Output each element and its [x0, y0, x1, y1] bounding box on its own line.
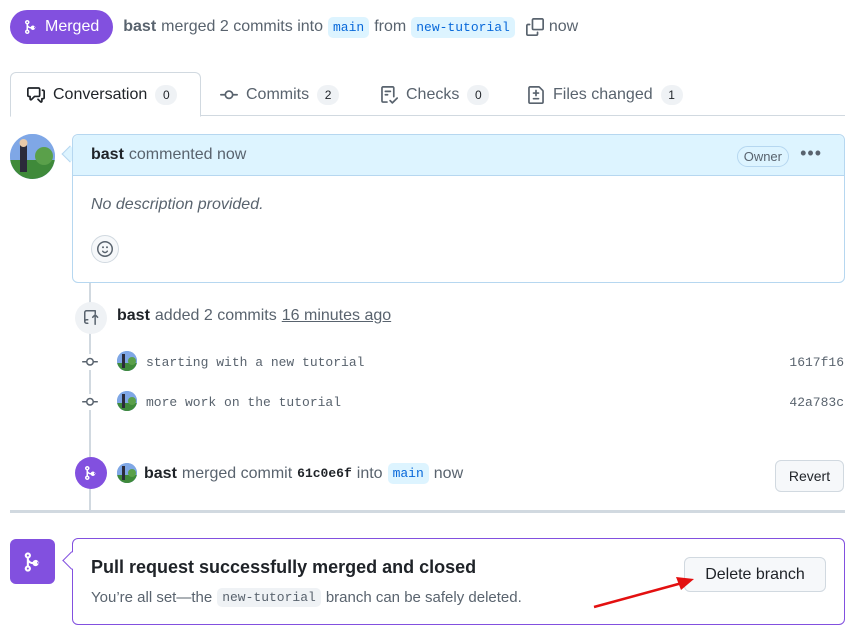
comment-action: commented now	[128, 146, 247, 163]
commit-message-link[interactable]: starting with a new tutorial	[146, 355, 364, 370]
tab-conversation[interactable]: Conversation 0	[10, 72, 201, 117]
tab-files-changed-count: 1	[660, 84, 683, 105]
tab-files-changed[interactable]: Files changed 1	[511, 72, 699, 117]
smiley-icon	[97, 241, 113, 257]
avatar[interactable]	[117, 463, 137, 483]
avatar[interactable]	[10, 134, 55, 179]
timeline-divider	[10, 510, 845, 513]
pr-tabs: Conversation 0 Commits 2 Checks 0 Files …	[10, 72, 845, 117]
merge-event-author[interactable]: bast	[144, 465, 177, 483]
annotation-arrow-icon	[593, 577, 694, 609]
commits-added-event: bast added 2 commits 16 minutes ago	[117, 307, 391, 325]
commits-event-author[interactable]: bast	[117, 307, 150, 325]
tab-conversation-count: 0	[155, 84, 178, 105]
avatar[interactable]	[117, 351, 137, 371]
comment-body: No description provided.	[91, 196, 264, 213]
commit-dot-icon	[82, 394, 98, 410]
commit-dot-icon	[82, 354, 98, 370]
pr-summary: bast merged 2 commits into main from new…	[123, 16, 579, 38]
owner-badge: Owner	[736, 146, 789, 167]
tab-checks-label: Checks	[406, 85, 460, 103]
pr-author[interactable]: bast	[123, 18, 156, 36]
tab-conversation-label: Conversation	[53, 85, 148, 103]
copy-icon[interactable]	[525, 18, 544, 36]
base-branch-label[interactable]: main	[328, 16, 370, 38]
tab-files-changed-label: Files changed	[553, 85, 653, 103]
avatar[interactable]	[117, 391, 137, 411]
merged-status-badge: Merged	[10, 10, 114, 44]
revert-button[interactable]: Revert	[775, 460, 844, 492]
merge-event-into: into	[356, 464, 383, 482]
commit-sha-link[interactable]: 1617f16	[760, 355, 844, 370]
commit-sha-link[interactable]: 42a783c	[760, 395, 844, 410]
add-reaction-button[interactable]	[91, 235, 119, 263]
comment-author[interactable]: bast	[91, 146, 124, 164]
delete-branch-button[interactable]: Delete branch	[684, 557, 826, 592]
merged-status-label: Merged	[45, 18, 100, 35]
pr-action: merged 2 commits into	[161, 18, 323, 35]
commits-event-time-link[interactable]: 16 minutes ago	[282, 307, 391, 325]
deletable-branch-label[interactable]: new-tutorial	[217, 588, 321, 607]
merged-notice-subtitle: You’re all set—the new-tutorial branch c…	[91, 588, 522, 607]
merged-notice-suffix: branch can be safely deleted.	[325, 589, 522, 606]
commit-icon	[220, 89, 238, 99]
tab-commits[interactable]: Commits 2	[204, 72, 355, 117]
merge-event-action: merged commit	[181, 464, 293, 482]
merged-notice-title: Pull request successfully merged and clo…	[91, 557, 477, 577]
tab-commits-label: Commits	[246, 85, 310, 103]
pr-time: now	[548, 18, 579, 35]
pr-header: Merged bast merged 2 commits into main f…	[10, 10, 578, 44]
commits-event-action: added 2 commits	[154, 307, 277, 324]
tab-checks-count: 0	[467, 84, 490, 105]
merged-notice-prefix: You’re all set—the	[91, 589, 213, 606]
checklist-icon	[381, 85, 398, 104]
merge-icon	[25, 20, 36, 34]
comment-header: bast commented now	[73, 135, 844, 176]
file-diff-icon	[528, 85, 544, 104]
tab-checks[interactable]: Checks 0	[364, 72, 505, 117]
merged-notice-box: Pull request successfully merged and clo…	[72, 538, 845, 625]
head-branch-label[interactable]: new-tutorial	[411, 16, 515, 38]
avatar-image	[10, 134, 55, 179]
kebab-menu-icon[interactable]: •••	[800, 143, 822, 164]
merged-status-icon	[10, 539, 55, 584]
from-word: from	[374, 18, 407, 35]
merge-branch-label[interactable]: main	[387, 463, 429, 484]
tab-commits-count: 2	[317, 84, 340, 105]
conversation-icon	[27, 86, 45, 103]
merge-event-icon	[75, 457, 107, 489]
merge-event-time: now	[433, 464, 464, 482]
repo-push-icon	[75, 302, 107, 334]
merge-event: bast merged commit 61c0e6f into main now	[144, 463, 463, 484]
merge-commit-sha[interactable]: 61c0e6f	[297, 466, 352, 481]
commit-message-link[interactable]: more work on the tutorial	[146, 395, 341, 410]
comment-box: bast commented now Owner ••• No descript…	[72, 134, 845, 283]
